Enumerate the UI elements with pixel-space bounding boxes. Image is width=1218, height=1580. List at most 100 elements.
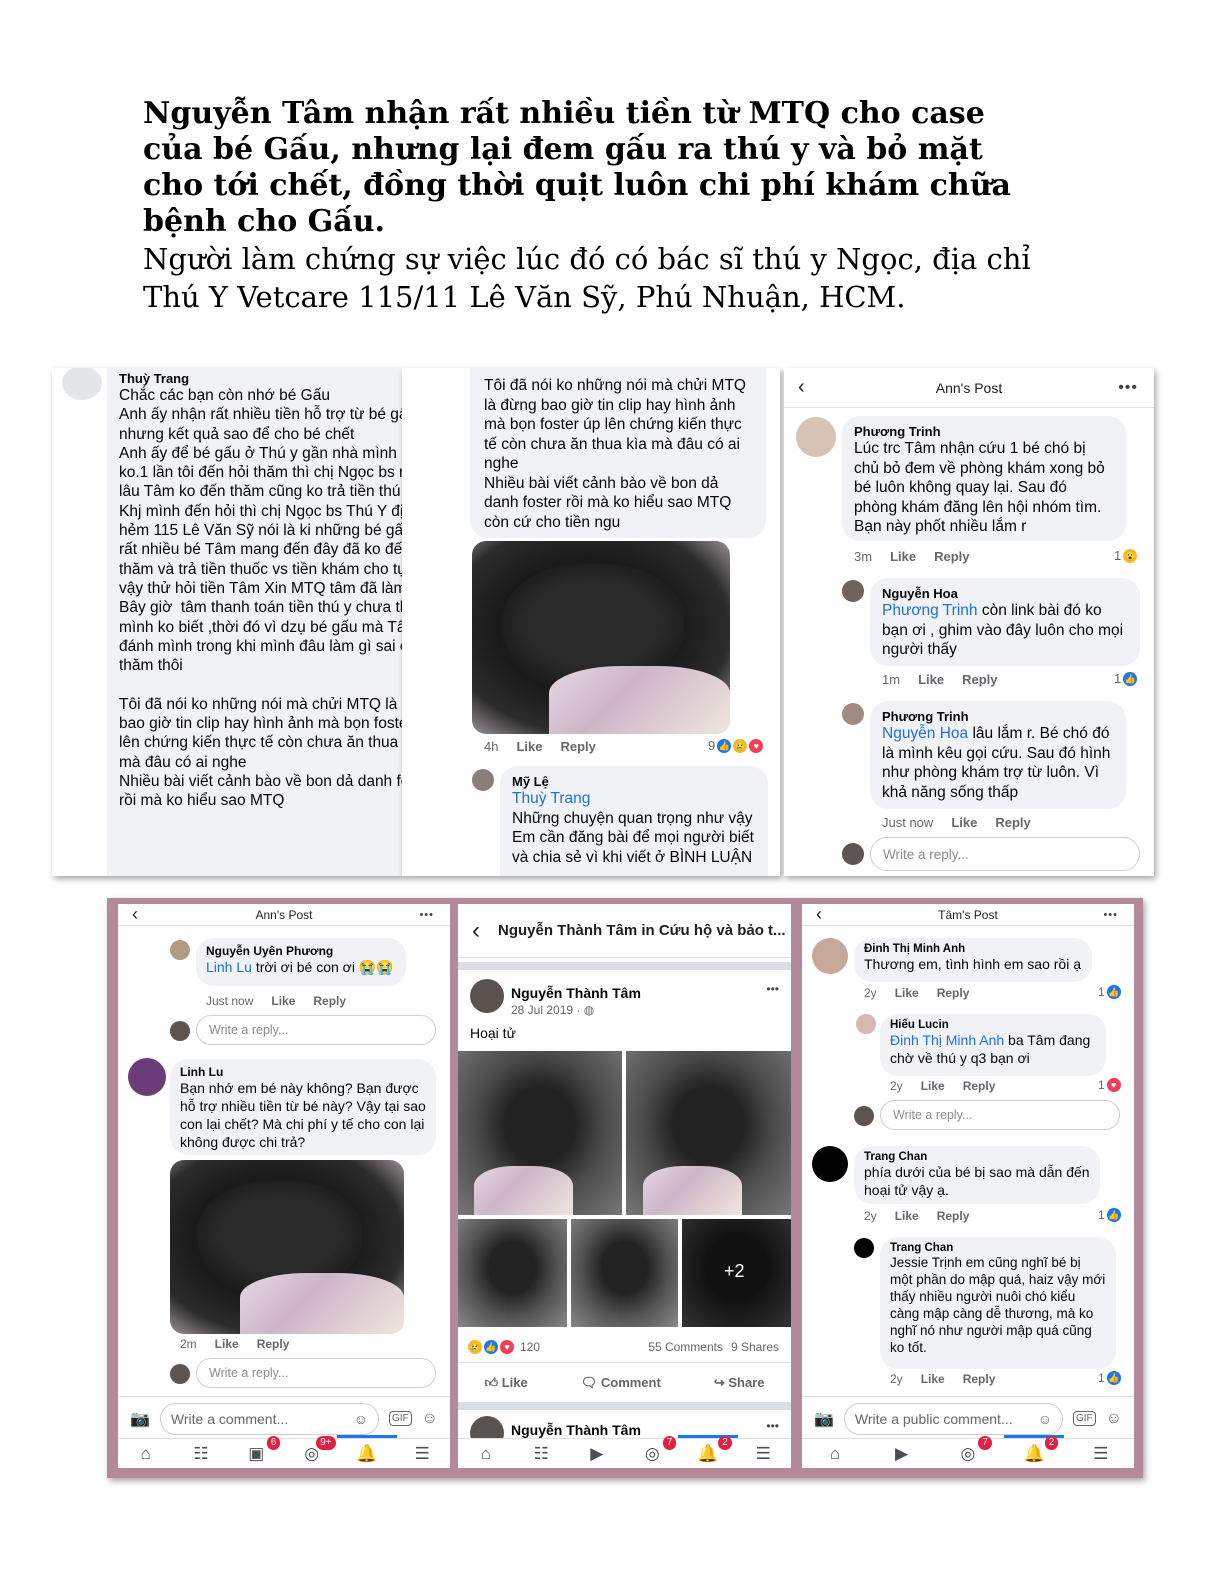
mention-link[interactable]: Đinh Thị Minh Anh bbox=[890, 1032, 1004, 1048]
gif-icon[interactable]: GIF bbox=[1072, 1411, 1096, 1426]
reply-input[interactable]: Write a reply... bbox=[880, 1100, 1120, 1130]
mention-link[interactable]: Linh Lu bbox=[206, 959, 252, 975]
bell-icon[interactable]: 🔔 bbox=[336, 1434, 397, 1465]
share-count[interactable]: 9 Shares bbox=[731, 1340, 779, 1354]
mention-link[interactable]: Nguyễn Hoa bbox=[882, 725, 968, 742]
menu-icon[interactable]: ☰ bbox=[410, 1443, 434, 1465]
back-chevron-icon[interactable]: ‹ bbox=[472, 917, 480, 945]
like-link[interactable]: Like bbox=[215, 1337, 239, 1351]
reaction-summary[interactable]: 1 ♥ bbox=[1098, 1078, 1121, 1092]
post-photo[interactable] bbox=[458, 1219, 567, 1327]
comment-input[interactable]: Write a public comment... ☺ bbox=[843, 1402, 1063, 1435]
like-link[interactable]: Like bbox=[918, 672, 944, 687]
groups-icon[interactable]: ◎ 7 bbox=[956, 1435, 992, 1465]
post-author[interactable]: Nguyễn Thành Tâm bbox=[511, 1422, 641, 1438]
reply-link[interactable]: Reply bbox=[313, 994, 346, 1008]
menu-icon[interactable]: ☰ bbox=[751, 1443, 775, 1465]
commenter-name[interactable]: Nguyễn Hoa bbox=[882, 586, 1128, 601]
commenter-name[interactable]: Đinh Thị Minh Anh bbox=[864, 943, 1082, 955]
reply-link[interactable]: Reply bbox=[962, 672, 997, 687]
reply-link[interactable]: Reply bbox=[963, 1079, 996, 1093]
like-link[interactable]: Like bbox=[890, 549, 916, 564]
home-icon[interactable]: ⌂ bbox=[823, 1443, 847, 1465]
commenter-name[interactable]: Linh Lu bbox=[180, 1065, 426, 1079]
reply-input[interactable]: Write a reply... bbox=[196, 1358, 436, 1388]
back-chevron-icon[interactable]: ‹ bbox=[798, 376, 805, 399]
back-chevron-icon[interactable]: ‹ bbox=[816, 904, 822, 925]
like-link[interactable]: Like bbox=[921, 1079, 945, 1093]
reply-link[interactable]: Reply bbox=[934, 549, 969, 564]
menu-icon[interactable]: ☰ bbox=[1089, 1443, 1113, 1465]
more-dots-icon[interactable]: ••• bbox=[1103, 909, 1118, 921]
commenter-name[interactable]: Phương Trinh bbox=[854, 424, 1114, 439]
comment-input[interactable]: Write a comment... ☺ bbox=[159, 1402, 379, 1435]
comment-count[interactable]: 55 Comments bbox=[648, 1340, 723, 1354]
reply-link[interactable]: Reply bbox=[963, 1372, 996, 1386]
more-dots-icon[interactable]: ••• bbox=[419, 909, 434, 921]
gif-icon[interactable]: GIF bbox=[388, 1411, 412, 1426]
more-dots-icon[interactable]: ••• bbox=[766, 982, 779, 996]
commenter-name[interactable]: Nguyễn Uyên Phương bbox=[206, 944, 396, 958]
friends-icon[interactable]: ☷ bbox=[529, 1443, 553, 1465]
reaction-summary[interactable]: 1 👍 bbox=[1114, 671, 1138, 686]
reaction-summary[interactable]: 1 😮 bbox=[1114, 548, 1138, 563]
more-dots-icon[interactable]: ••• bbox=[1118, 379, 1138, 397]
reply-link[interactable]: Reply bbox=[937, 986, 970, 1000]
sticker-icon[interactable]: ☺ bbox=[1038, 1411, 1052, 1427]
more-dots-icon[interactable]: ••• bbox=[766, 1419, 779, 1433]
groups-icon[interactable]: ◎ 9+ bbox=[300, 1435, 336, 1465]
groups-icon[interactable]: ◎ 7 bbox=[640, 1435, 677, 1465]
bell-icon[interactable]: 🔔 2 bbox=[677, 1434, 738, 1465]
mention-link[interactable]: Phương Trinh bbox=[882, 602, 978, 619]
reply-link[interactable]: Reply bbox=[937, 1209, 970, 1223]
reaction-summary[interactable]: 😢 👍 ♥ 120 bbox=[468, 1340, 540, 1354]
reply-link[interactable]: Reply bbox=[995, 815, 1030, 830]
comment-composer: 📷 Write a public comment... ☺ GIF ☺ bbox=[802, 1396, 1134, 1440]
comment-photo-dog[interactable] bbox=[472, 541, 730, 734]
emoji-icon[interactable]: ☺ bbox=[422, 1410, 438, 1428]
like-link[interactable]: Like bbox=[895, 1209, 919, 1223]
commenter-name[interactable]: Phương Trinh bbox=[882, 709, 1114, 724]
reply-link[interactable]: Reply bbox=[257, 1337, 290, 1351]
commenter-name[interactable]: Hiếu Lucin bbox=[890, 1019, 1096, 1031]
like-link[interactable]: Like bbox=[895, 986, 919, 1000]
comment-button[interactable]: 🗨 Comment bbox=[581, 1375, 661, 1391]
comment-photo-dog[interactable] bbox=[170, 1160, 404, 1334]
like-link[interactable]: Like bbox=[516, 739, 542, 754]
like-link[interactable]: Like bbox=[951, 815, 977, 830]
sticker-icon[interactable]: ☺ bbox=[354, 1411, 368, 1427]
video-icon[interactable]: ▶ bbox=[890, 1443, 914, 1465]
reply-input[interactable]: Write a reply... bbox=[196, 1015, 436, 1045]
camera-icon[interactable]: 📷 bbox=[814, 1409, 834, 1429]
reaction-summary[interactable]: 1 👍 bbox=[1098, 985, 1121, 999]
commenter-name[interactable]: Trang Chan bbox=[864, 1151, 1090, 1163]
reaction-summary[interactable]: 1 👍 bbox=[1098, 1371, 1121, 1385]
like-button[interactable]: 👍︎ Like bbox=[485, 1375, 528, 1391]
reaction-summary[interactable]: 1 👍 bbox=[1098, 1208, 1121, 1222]
like-link[interactable]: Like bbox=[921, 1372, 945, 1386]
mention-link[interactable]: Thuỳ Trang bbox=[512, 789, 756, 809]
post-photo[interactable] bbox=[571, 1219, 678, 1327]
post-photo[interactable] bbox=[626, 1051, 791, 1215]
reaction-summary[interactable]: 9 👍 😢 ♥ bbox=[708, 738, 764, 753]
reply-link[interactable]: Reply bbox=[560, 739, 595, 754]
post-photo-more[interactable]: +2 bbox=[682, 1219, 791, 1327]
home-icon[interactable]: ⌂ bbox=[134, 1443, 158, 1465]
friends-icon[interactable]: ☷ bbox=[189, 1443, 213, 1465]
camera-icon[interactable]: 📷 bbox=[130, 1409, 150, 1429]
reply-input[interactable]: Write a reply... bbox=[870, 837, 1140, 871]
home-icon[interactable]: ⌂ bbox=[474, 1443, 498, 1465]
comment-meta: 2y Like Reply bbox=[890, 1079, 995, 1093]
back-chevron-icon[interactable]: ‹ bbox=[132, 904, 138, 925]
emoji-icon[interactable]: ☺ bbox=[1106, 1410, 1122, 1428]
share-button[interactable]: ↪ Share bbox=[714, 1375, 765, 1391]
post-photo[interactable] bbox=[458, 1051, 622, 1215]
commenter-name[interactable]: Trang Chan bbox=[890, 1242, 1106, 1254]
commenter-name[interactable]: Thuỳ Trang bbox=[119, 371, 402, 386]
bell-icon[interactable]: 🔔 2 bbox=[1004, 1434, 1065, 1465]
post-author[interactable]: Nguyễn Thành Tâm bbox=[511, 985, 641, 1001]
video-icon[interactable]: ▶ bbox=[585, 1443, 609, 1465]
video-icon[interactable]: ▣ 6 bbox=[244, 1435, 281, 1465]
commenter-name[interactable]: Mỹ Lệ bbox=[512, 774, 756, 789]
like-link[interactable]: Like bbox=[271, 994, 295, 1008]
